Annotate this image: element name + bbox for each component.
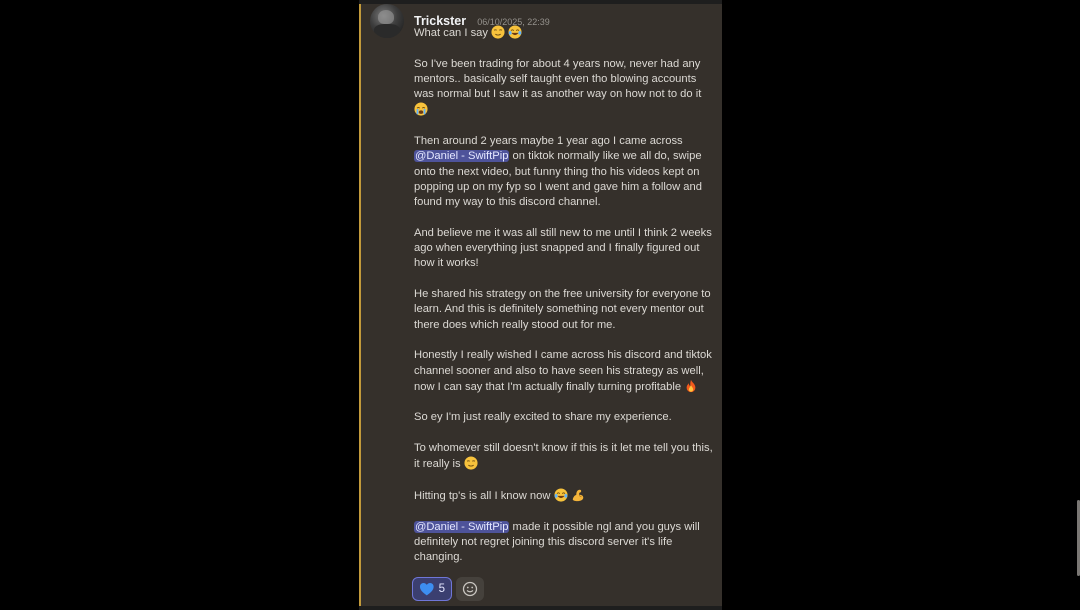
avatar[interactable]	[370, 4, 404, 38]
message-header: Trickster 06/10/2025, 22:39	[414, 10, 550, 28]
user-mention[interactable]: @Daniel - SwiftPip	[414, 520, 510, 533]
message-paragraph: To whomever still doesn't know if this i…	[414, 441, 714, 473]
paragraph-text: What can I say	[414, 27, 488, 39]
paragraph-text: And believe me it was all still new to m…	[414, 226, 712, 270]
paragraph-text: He shared his strategy on the free unive…	[414, 288, 711, 331]
panel-bottom-strip	[359, 606, 722, 610]
reaction-blue-heart[interactable]: 5	[412, 577, 452, 601]
fire-icon	[686, 379, 696, 392]
message-paragraph: So I've been trading for about 4 years n…	[414, 57, 714, 119]
tears-of-joy-icon	[554, 488, 568, 502]
message-content: What can I say So I've been trading for …	[414, 25, 714, 581]
relieved-face-icon	[491, 25, 505, 39]
add-reaction-button[interactable]	[456, 577, 484, 601]
paragraph-text: So I've been trading for about 4 years n…	[414, 57, 702, 101]
message-paragraph: What can I say	[414, 25, 714, 41]
message-paragraph: Hitting tp's is all I know now	[414, 488, 714, 504]
paragraph-text: Honestly I really wished I came across h…	[414, 349, 712, 393]
reaction-count: 5	[438, 583, 445, 595]
message-paragraph: He shared his strategy on the free unive…	[414, 287, 714, 333]
blue-heart-icon	[419, 582, 434, 596]
message-paragraph: Honestly I really wished I came across h…	[414, 348, 714, 395]
relieved-face-icon	[464, 456, 478, 470]
message-paragraph: Then around 2 years maybe 1 year ago I c…	[414, 134, 714, 210]
flexed-biceps-icon	[572, 489, 583, 502]
paragraph-text: So ey I'm just really excited to share m…	[414, 411, 672, 424]
crying-face-icon	[414, 102, 428, 117]
paragraph-text: To whomever still doesn't know if this i…	[414, 442, 713, 471]
paragraph-text: Then around 2 years maybe 1 year ago I c…	[414, 135, 683, 148]
message-panel: Trickster 06/10/2025, 22:39 What can I s…	[359, 4, 1080, 606]
add-reaction-icon	[462, 581, 478, 597]
message-paragraph: So ey I'm just really excited to share m…	[414, 410, 714, 425]
message-paragraph: @Daniel - SwiftPip made it possible ngl …	[414, 520, 714, 566]
message-paragraph: And believe me it was all still new to m…	[414, 226, 714, 272]
paragraph-text: Hitting tp's is all I know now	[414, 489, 551, 502]
tears-of-joy-icon	[508, 25, 522, 39]
user-mention[interactable]: @Daniel - SwiftPip	[414, 150, 510, 163]
reaction-bar: 5	[412, 577, 484, 601]
